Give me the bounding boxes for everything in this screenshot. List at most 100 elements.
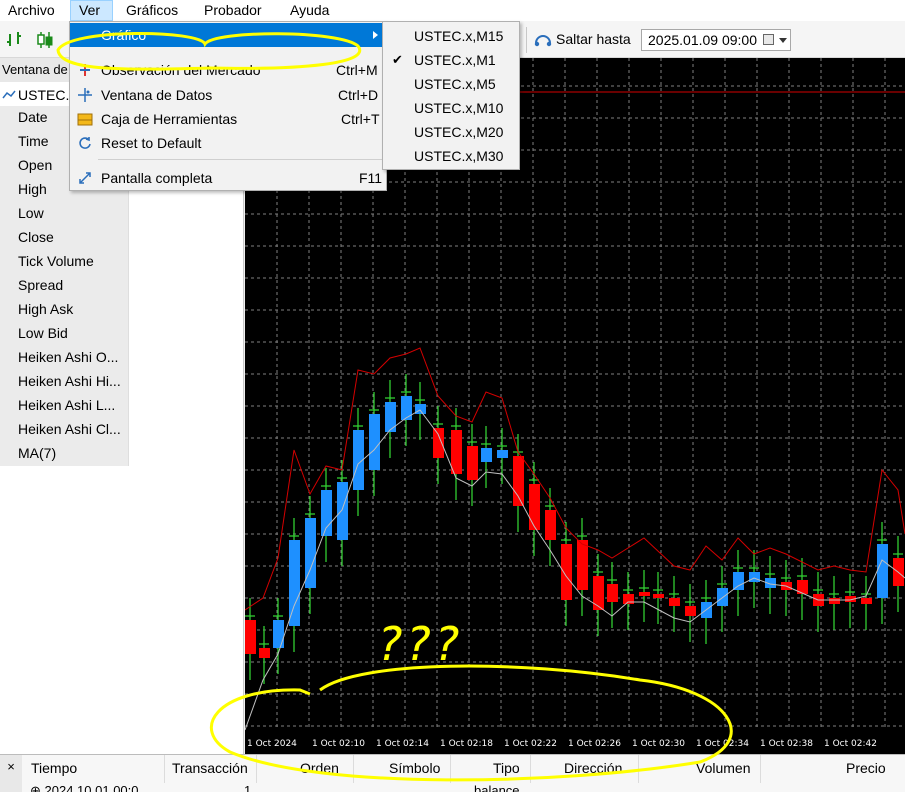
submenu-item-label: USTEC.x,M20 (414, 124, 504, 140)
bear-candle (685, 606, 696, 616)
x-axis-label: 1 Oct 02:34 (696, 739, 749, 749)
col-tiempo[interactable]: Tiempo (31, 760, 77, 776)
row-time: ⊕ 2024.10.01 00:0 (30, 783, 139, 792)
reset-icon (79, 137, 91, 149)
bull-candle (401, 396, 412, 420)
menu-item-shortcut: Ctrl+T (341, 111, 380, 127)
menu-item-label: Caja de Herramientas (101, 111, 238, 127)
menu-ayuda[interactable]: Ayuda (282, 0, 337, 21)
bull-candle (321, 490, 332, 536)
column-divider (353, 755, 354, 783)
bull-candle (337, 482, 348, 540)
x-axis-label: 1 Oct 02:18 (440, 739, 493, 749)
column-divider (760, 755, 761, 783)
toolbox-panel: × Tiempo Transacción Orden Símbolo Tipo … (0, 754, 905, 792)
jump-to-icon[interactable] (533, 32, 553, 48)
submenu-item-label: USTEC.x,M10 (414, 100, 504, 116)
row-time-value: 2024.10.01 00:0 (44, 783, 139, 792)
bull-candle (497, 450, 508, 458)
row-transaction: 1 (244, 783, 252, 792)
bull-candle (415, 404, 426, 414)
col-tipo[interactable]: Tipo (493, 760, 520, 776)
menu-item-shortcut: Ctrl+D (338, 87, 379, 103)
data-window-row-label: Low (0, 202, 128, 226)
data-window-row-value (128, 370, 242, 394)
bear-candle (433, 428, 444, 458)
col-volumen[interactable]: Volumen (696, 760, 750, 776)
data-window-row: Heiken Ashi Cl... (0, 418, 242, 442)
symbol-name: USTEC.x (18, 87, 77, 103)
chart-submenu: USTEC.x,M15 ✔ USTEC.x,M1 USTEC.x,M5 USTEC.x,… (382, 21, 520, 170)
column-divider (450, 755, 451, 783)
bear-candle (513, 456, 524, 506)
x-axis-label: 1 Oct 02:30 (632, 739, 685, 749)
x-axis-label: 1 Oct 02:38 (760, 739, 813, 749)
menu-item-grafico[interactable]: Gráfico (70, 23, 386, 47)
data-window-row-value (128, 322, 242, 346)
x-axis-label: 1 Oct 2024 (247, 739, 297, 749)
data-window-row-value (128, 298, 242, 322)
col-precio[interactable]: Precio (846, 760, 886, 776)
menu-item-toolbox[interactable]: Caja de Herramientas Ctrl+T (70, 107, 386, 131)
line-chart-icon (2, 90, 16, 99)
data-window-row-label: Heiken Ashi O... (0, 346, 128, 370)
col-orden[interactable]: Orden (300, 760, 339, 776)
data-window-row: Close (0, 226, 242, 250)
chevron-down-icon[interactable] (779, 38, 787, 43)
menu-item-shortcut: Ctrl+M (336, 62, 378, 78)
bull-candle (273, 620, 284, 648)
jump-to-label[interactable]: Saltar hasta (556, 31, 631, 47)
submenu-item-timeframe[interactable]: USTEC.x,M30 (383, 144, 519, 168)
menu-probador[interactable]: Probador (196, 0, 270, 21)
submenu-item-timeframe[interactable]: USTEC.x,M5 (383, 72, 519, 96)
data-window-row: Low (0, 202, 242, 226)
bull-candle (369, 414, 380, 470)
menu-item-fullscreen[interactable]: Pantalla completa F11 (70, 166, 386, 190)
bear-candle (653, 594, 664, 598)
menu-item-shortcut: F11 (359, 170, 383, 186)
menu-item-market-watch[interactable]: Observación del Mercado Ctrl+M (70, 58, 386, 82)
close-icon[interactable]: × (0, 755, 22, 792)
bear-candle (561, 544, 572, 600)
data-window-row-label: Heiken Ashi Cl... (0, 418, 128, 442)
menu-item-label: Ventana de Datos (101, 87, 213, 103)
menu-item-data-window[interactable]: Ventana de Datos Ctrl+D (70, 83, 386, 107)
data-window-row-value (128, 418, 242, 442)
data-window-row: Tick Volume (0, 250, 242, 274)
data-window-row-label: Heiken Ashi L... (0, 394, 128, 418)
data-window-row-label: Heiken Ashi Hi... (0, 370, 128, 394)
candlestick-button[interactable] (33, 29, 57, 51)
data-window-row-label: Close (0, 226, 128, 250)
x-axis-label: 1 Oct 02:42 (824, 739, 877, 749)
x-axis-label: 1 Oct 02:10 (312, 739, 365, 749)
menu-separator (98, 159, 384, 160)
data-window-row-value (128, 394, 242, 418)
menu-item-reset[interactable]: Reset to Default (70, 131, 386, 155)
check-icon: ✔ (392, 52, 403, 67)
bear-candle (259, 648, 270, 658)
x-axis-label: 1 Oct 02:22 (504, 739, 557, 749)
bear-candle (829, 598, 840, 604)
menu-graficos[interactable]: Gráficos (118, 0, 186, 21)
jump-date-value: 2025.01.09 09:00 (648, 32, 757, 48)
menu-ver[interactable]: Ver (70, 0, 113, 21)
col-direccion[interactable]: Dirección (564, 760, 622, 776)
jump-date-field[interactable]: 2025.01.09 09:00 (641, 29, 791, 51)
submenu-item-timeframe[interactable]: ✔ USTEC.x,M1 (383, 48, 519, 72)
submenu-item-timeframe[interactable]: USTEC.x,M20 (383, 120, 519, 144)
bar-chart-button[interactable] (3, 29, 27, 51)
submenu-item-timeframe[interactable]: USTEC.x,M10 (383, 96, 519, 120)
submenu-item-label: USTEC.x,M15 (414, 28, 504, 44)
toolbar-separator (526, 27, 527, 53)
submenu-item-label: USTEC.x,M30 (414, 148, 504, 164)
data-window-row: Heiken Ashi L... (0, 394, 242, 418)
col-transaccion[interactable]: Transacción (172, 760, 248, 776)
submenu-item-timeframe[interactable]: USTEC.x,M15 (383, 24, 519, 48)
bull-candle (385, 402, 396, 432)
menu-archivo[interactable]: Archivo (0, 0, 63, 21)
submenu-item-label: USTEC.x,M1 (414, 52, 496, 68)
calendar-icon[interactable] (763, 34, 774, 45)
bear-candle (607, 584, 618, 602)
menu-item-label: Observación del Mercado (101, 62, 261, 78)
col-simbolo[interactable]: Símbolo (389, 760, 440, 776)
